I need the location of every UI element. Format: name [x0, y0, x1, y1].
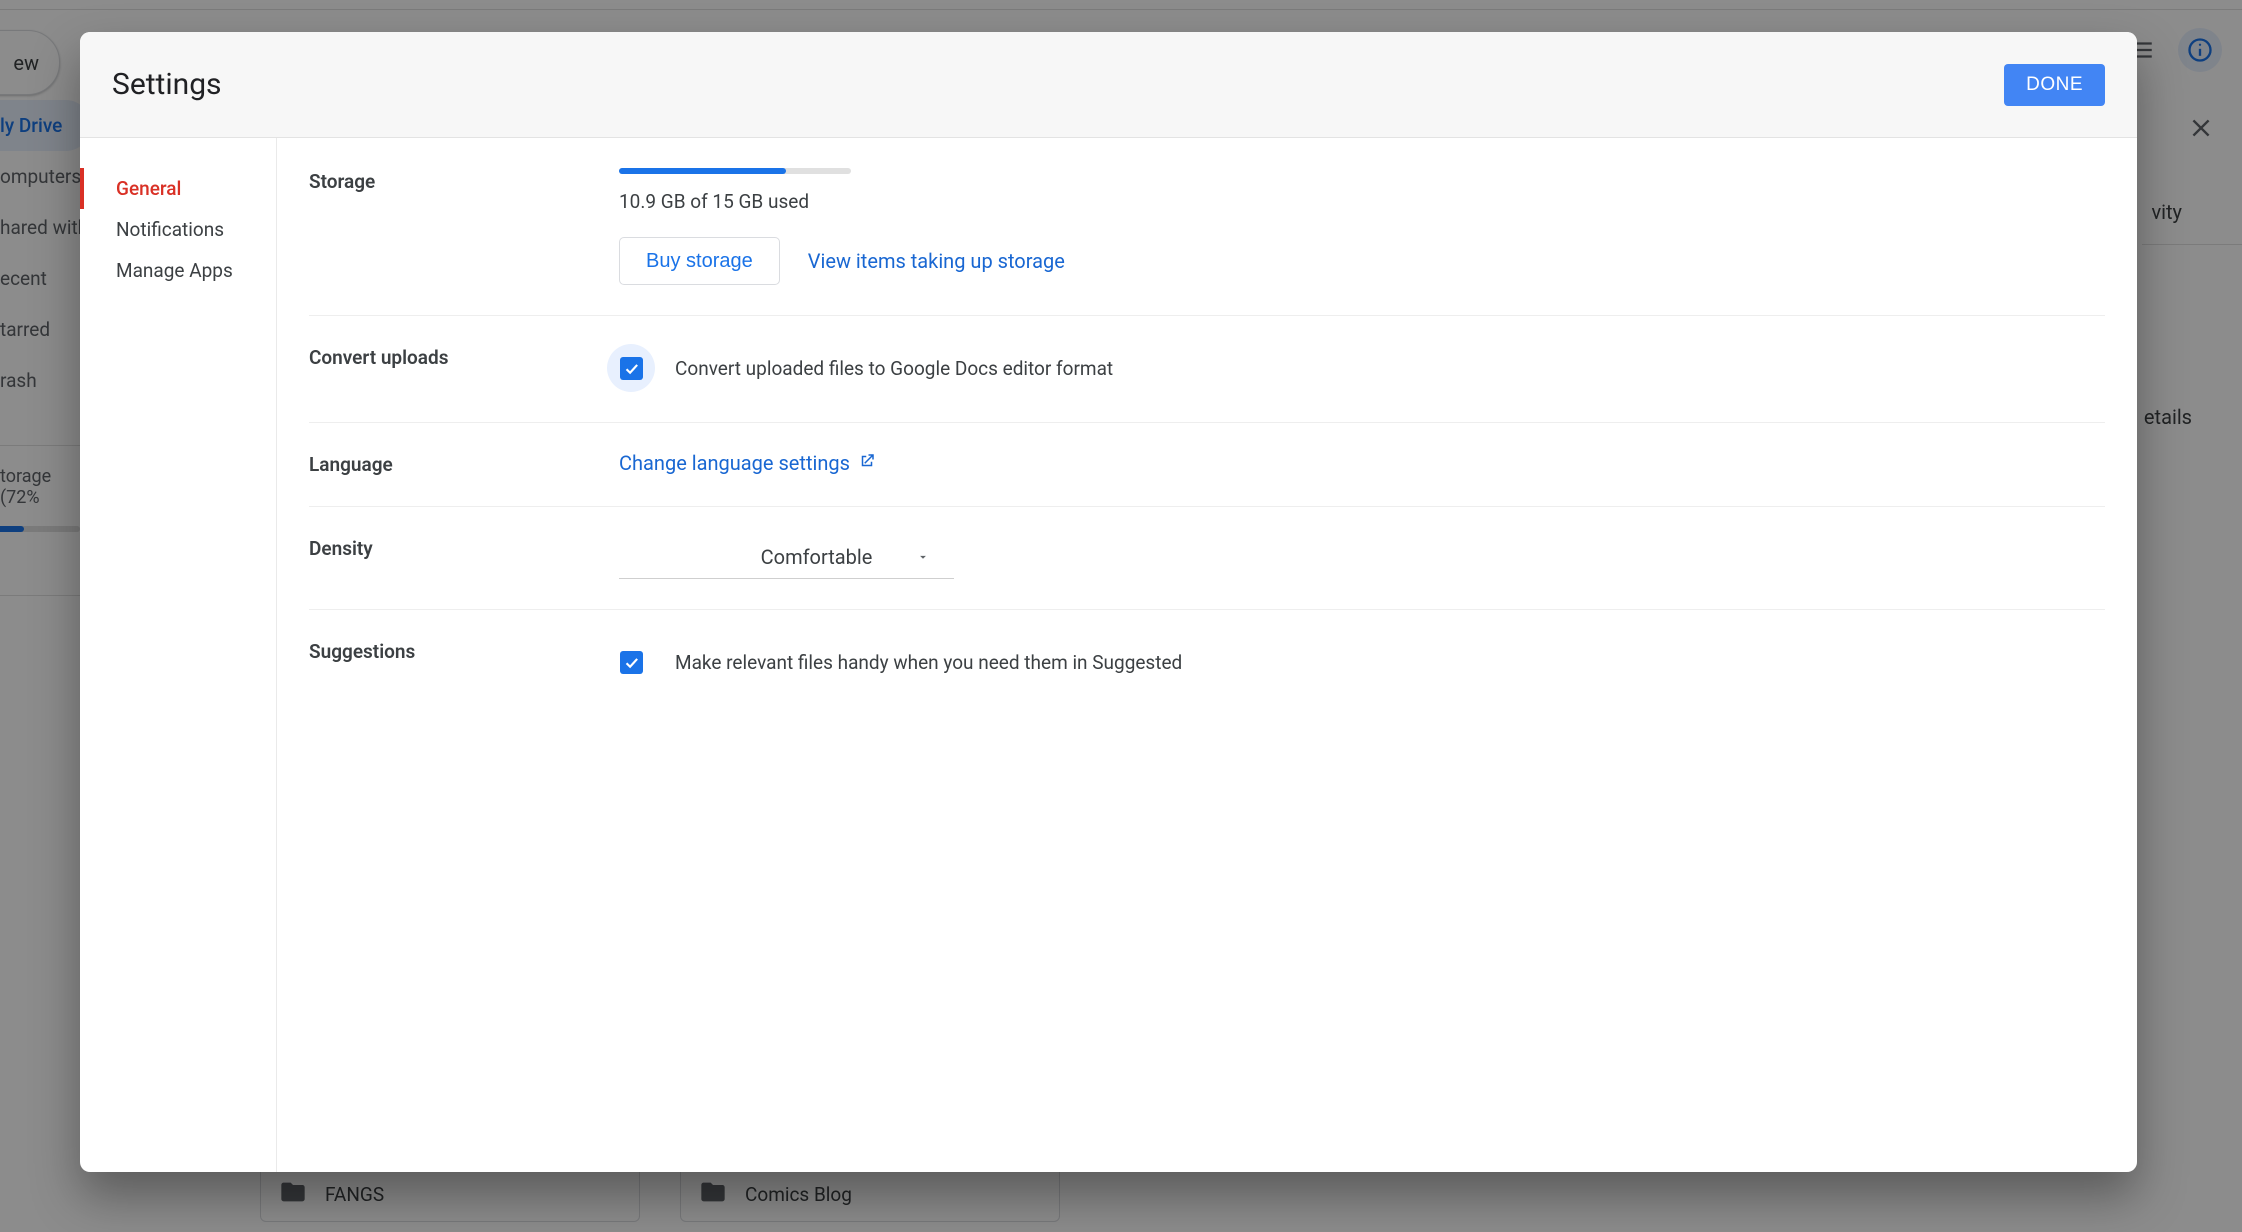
nav-item-manage-apps[interactable]: Manage Apps — [80, 250, 276, 291]
done-button[interactable]: DONE — [2004, 64, 2105, 106]
external-link-icon — [858, 451, 876, 475]
convert-uploads-checkbox[interactable] — [620, 357, 643, 380]
suggestions-text: Make relevant files handy when you need … — [675, 651, 1182, 674]
bg-top-divider — [0, 0, 2242, 10]
folder-icon — [699, 1178, 727, 1211]
checkmark-icon — [623, 360, 640, 377]
details-tab-divider — [2142, 244, 2242, 245]
setting-row-language: Language Change language settings — [309, 451, 2105, 507]
sidebar-item-trash[interactable]: rash — [0, 355, 90, 406]
convert-uploads-check-row: Convert uploaded files to Google Docs ed… — [619, 344, 2105, 392]
new-button[interactable]: ew — [0, 30, 60, 95]
suggestions-check-row: Make relevant files handy when you need … — [619, 638, 2105, 686]
density-select[interactable]: Comfortable — [619, 535, 954, 579]
new-button-label: ew — [13, 51, 39, 75]
checkmark-icon — [623, 654, 640, 671]
sidebar-item-computers[interactable]: omputers — [0, 151, 90, 202]
modal-header: Settings DONE — [80, 32, 2137, 138]
convert-uploads-text: Convert uploaded files to Google Docs ed… — [675, 357, 1113, 380]
folder-name: Comics Blog — [745, 1183, 852, 1206]
storage-actions: Buy storage View items taking up storage — [619, 237, 2105, 285]
convert-uploads-checkbox-wrap — [607, 344, 655, 392]
nav-item-notifications[interactable]: Notifications — [80, 209, 276, 250]
storage-used-text: 10.9 GB of 15 GB used — [619, 190, 2105, 213]
modal-nav: General Notifications Manage Apps — [80, 138, 277, 1172]
close-details-icon[interactable] — [2188, 115, 2214, 148]
density-body: Comfortable — [619, 535, 2105, 579]
details-tab-activity[interactable]: vity — [2151, 200, 2182, 224]
convert-uploads-body: Convert uploaded files to Google Docs ed… — [619, 344, 2105, 392]
bg-storage-used: of 15 GB us — [0, 550, 90, 571]
nav-item-general[interactable]: General — [80, 168, 276, 209]
bg-sidebar: ly Drive omputers hared with ecent tarre… — [0, 100, 90, 406]
suggestions-body: Make relevant files handy when you need … — [619, 638, 2105, 686]
bg-storage-progress — [0, 526, 80, 532]
dropdown-caret-icon — [916, 545, 930, 569]
setting-row-suggestions: Suggestions Make relevant files handy wh… — [309, 638, 2105, 716]
change-language-link-text: Change language settings — [619, 451, 850, 475]
sidebar-item-shared-with-me[interactable]: hared with — [0, 202, 90, 253]
modal-content: Storage 10.9 GB of 15 GB used Buy storag… — [277, 138, 2137, 1172]
bg-buy-storage-link[interactable]: storage — [0, 595, 90, 639]
setting-row-storage: Storage 10.9 GB of 15 GB used Buy storag… — [309, 168, 2105, 316]
buy-storage-button[interactable]: Buy storage — [619, 237, 780, 285]
suggestions-checkbox[interactable] — [620, 651, 643, 674]
change-language-link[interactable]: Change language settings — [619, 451, 876, 475]
setting-row-density: Density Comfortable — [309, 535, 2105, 610]
settings-modal: Settings DONE General Notifications Mana… — [80, 32, 2137, 1172]
folder-card[interactable]: FANGS — [260, 1166, 640, 1222]
bg-folder-row: FANGS Comics Blog — [260, 1166, 1060, 1222]
bg-storage-label: torage (72% — [0, 466, 51, 508]
storage-progress-fill — [619, 168, 786, 174]
language-label: Language — [309, 451, 619, 476]
setting-row-convert-uploads: Convert uploads Convert uploaded files t… — [309, 344, 2105, 423]
view-items-link[interactable]: View items taking up storage — [808, 249, 1065, 273]
bg-storage-block: torage (72% of 15 GB us storage — [0, 445, 90, 639]
storage-progress-bar — [619, 168, 851, 174]
convert-uploads-label: Convert uploads — [309, 344, 619, 392]
info-icon[interactable] — [2178, 28, 2222, 72]
density-value: Comfortable — [761, 545, 873, 569]
modal-body: General Notifications Manage Apps Storag… — [80, 138, 2137, 1172]
details-tab-details[interactable]: etails — [2144, 405, 2192, 429]
sidebar-item-my-drive[interactable]: ly Drive — [0, 100, 90, 151]
density-label: Density — [309, 535, 619, 579]
language-body: Change language settings — [619, 451, 2105, 476]
storage-label: Storage — [309, 168, 619, 285]
modal-title: Settings — [112, 67, 222, 102]
folder-name: FANGS — [325, 1183, 384, 1206]
folder-card[interactable]: Comics Blog — [680, 1166, 1060, 1222]
suggestions-label: Suggestions — [309, 638, 619, 686]
storage-body: 10.9 GB of 15 GB used Buy storage View i… — [619, 168, 2105, 285]
sidebar-item-starred[interactable]: tarred — [0, 304, 90, 355]
suggestions-checkbox-wrap — [607, 638, 655, 686]
folder-icon — [279, 1178, 307, 1211]
sidebar-item-recent[interactable]: ecent — [0, 253, 90, 304]
